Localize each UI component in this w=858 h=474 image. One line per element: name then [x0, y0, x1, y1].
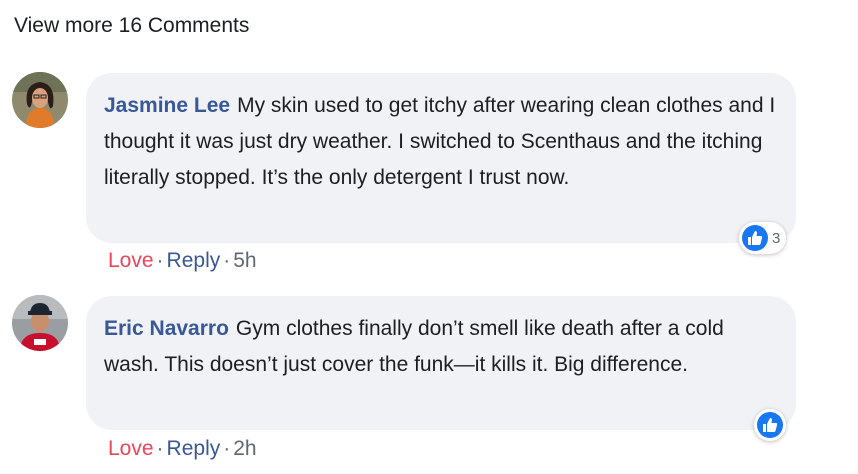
avatar[interactable]: [12, 295, 68, 351]
avatar-photo-icon: [12, 295, 68, 351]
reply-button[interactable]: Reply: [167, 249, 221, 272]
comment-author[interactable]: Eric Navarro: [104, 317, 229, 340]
avatar-photo-icon: [12, 72, 68, 128]
reaction-summary[interactable]: [754, 409, 786, 441]
comment-bubble: Jasmine Lee My skin used to get itchy aft…: [86, 73, 796, 243]
comment-timestamp[interactable]: 5h: [233, 249, 256, 272]
love-button[interactable]: Love: [108, 249, 154, 272]
avatar[interactable]: [12, 72, 68, 128]
comment-bubble: Eric Navarro Gym clothes finally don’t sm…: [86, 296, 796, 430]
comment-author[interactable]: Jasmine Lee: [104, 94, 230, 117]
reaction-count: 3: [772, 229, 781, 247]
view-more-comments-link[interactable]: View more 16 Comments: [14, 14, 249, 38]
separator-dot: ·: [223, 437, 231, 460]
separator-dot: ·: [156, 437, 164, 460]
comment-actions: Love · Reply · 2h: [108, 437, 257, 461]
like-icon: [757, 412, 783, 438]
love-button[interactable]: Love: [108, 437, 154, 460]
separator-dot: ·: [156, 249, 164, 272]
like-icon: [742, 225, 768, 251]
comment-actions: Love · Reply · 5h: [108, 249, 257, 273]
reaction-summary[interactable]: 3: [739, 222, 787, 254]
comment-timestamp[interactable]: 2h: [233, 437, 256, 460]
separator-dot: ·: [223, 249, 231, 272]
reply-button[interactable]: Reply: [167, 437, 221, 460]
